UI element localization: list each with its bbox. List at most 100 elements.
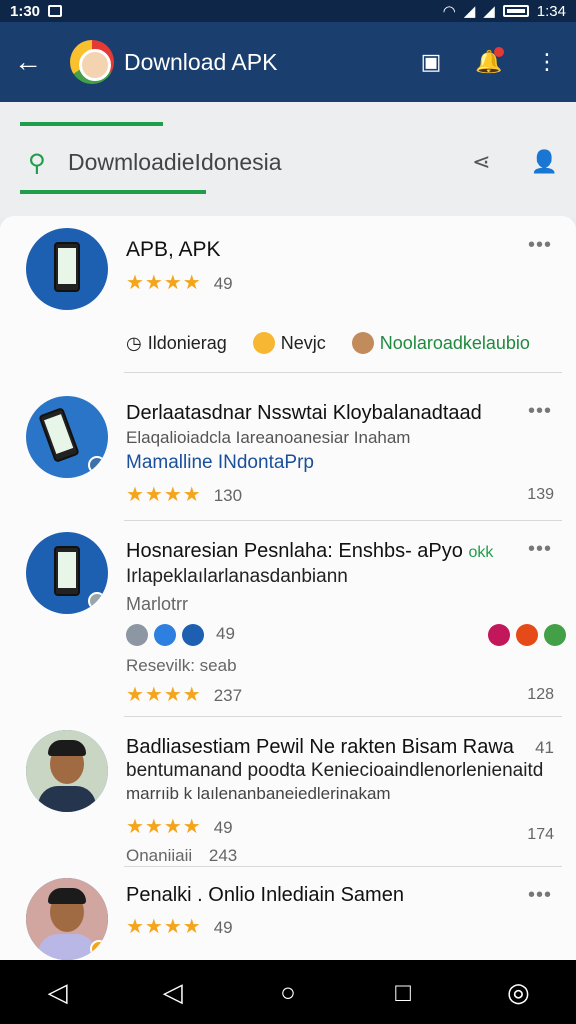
signal-icon: ◢ [463, 3, 476, 20]
subtitle-part: Keniecioaindlenorlenienaitd [310, 760, 544, 781]
rating-stars: ★★★★ 49 [126, 272, 233, 294]
badge-icon [182, 624, 204, 646]
app-name: APB, APK [126, 238, 221, 261]
search-row: ⚲ ⋖ 👤 [28, 142, 558, 182]
back-nav-icon[interactable]: ◁ [38, 972, 78, 1012]
arrow-left-icon[interactable]: ← [14, 48, 50, 76]
app-title: Download APK [124, 48, 278, 75]
verified-badge [88, 456, 106, 474]
social-icon[interactable] [516, 624, 538, 646]
emoji-icon [252, 332, 275, 354]
more-horiz-icon[interactable]: ••• [528, 538, 552, 561]
list-item[interactable]: Derlaatasdnar Nsswtai Kloybalanadtaad ••… [0, 374, 576, 522]
rating-count: 49 [213, 818, 233, 837]
download-count: 174 [527, 826, 554, 843]
app-name: Hosnaresian Pesnlaha: Enshbs- aPyo okk [126, 540, 493, 563]
list-item[interactable]: APB, APK ••• ★★★★ 49 ◷ Ildonierag Nevjc No… [0, 216, 576, 374]
phone-icon [38, 407, 80, 463]
divider [124, 520, 562, 521]
rating-stars: ★★★★ 130 [126, 484, 243, 506]
social-row [488, 624, 566, 646]
search-icon[interactable]: ⚲ [28, 149, 54, 177]
search-underline [20, 190, 206, 194]
clock-icon: ◷ [126, 332, 142, 353]
more-vert-icon[interactable]: ⋮ [532, 47, 562, 77]
social-icon[interactable] [544, 624, 566, 646]
app-name: Derlaatasdnar Nsswtai Kloybalanadtaad [126, 402, 482, 424]
publisher-text: Onaniiaii [126, 846, 193, 865]
publisher-count: 243 [208, 846, 238, 865]
download-count: 128 [527, 686, 554, 703]
chip[interactable]: ◷ Ildonierag [126, 333, 227, 354]
person-icon[interactable]: 👤 [531, 149, 558, 175]
rating-count: 49 [216, 624, 235, 643]
photo-hair [48, 888, 86, 904]
app-review: Resevilk: seab [126, 656, 237, 675]
more-horiz-icon[interactable]: ••• [528, 884, 552, 907]
system-nav-bar: ◁ ◁ ○ □ ◎ [0, 960, 576, 1024]
status-clock-right: 1:34 [536, 2, 566, 20]
avatar-icon [351, 332, 374, 354]
search-actions: ⋖ 👤 [472, 149, 558, 175]
app-publisher: Mamalline INdontaPrp [126, 452, 314, 473]
badge-icon [126, 624, 148, 646]
chip[interactable]: Noolaroadkelaubio [351, 332, 530, 354]
home-icon[interactable]: ○ [268, 972, 308, 1012]
more-horiz-icon[interactable]: ••• [528, 400, 552, 423]
status-time: 1:30 [10, 2, 41, 20]
item-number: 41 [535, 738, 554, 757]
rating-count: 237 [213, 686, 243, 705]
battery-icon [502, 5, 529, 17]
divider [124, 716, 562, 717]
app-subtitle: Irlapeklaılarlanasdanbiann [126, 566, 348, 587]
chip-label: Ildonierag [147, 332, 227, 353]
photo-shirt [38, 934, 96, 960]
assistant-icon[interactable]: ◎ [498, 972, 538, 1012]
app-bar: ← Download APK ▣ 🔔 ⋮ [0, 22, 576, 102]
social-icon[interactable] [488, 624, 510, 646]
share-icon[interactable]: ⋖ [472, 149, 490, 175]
tab-indicator [20, 122, 163, 126]
notification-badge [494, 47, 504, 57]
rating-stars: ★★★★ 237 [126, 684, 243, 706]
rating-count: 130 [213, 486, 243, 505]
app-publisher: Marlotrr [126, 594, 188, 614]
calendar-icon[interactable]: ▣ [416, 47, 446, 77]
search-input[interactable] [68, 148, 448, 176]
chip-label: Nevjc [280, 332, 326, 353]
back-nav-icon-2[interactable]: ◁ [153, 972, 193, 1012]
phone-icon [54, 242, 80, 292]
subtitle-part: bentumanand poodta [126, 760, 306, 781]
status-icons: ◠ ◢ ◢ 1:34 [442, 2, 566, 21]
app-description: marrıib k laılenanbaneiedlerinakam [126, 784, 391, 803]
recents-icon[interactable]: □ [383, 972, 423, 1012]
photo-shirt [38, 786, 96, 812]
bell-icon[interactable]: 🔔 [474, 47, 504, 77]
download-count: 139 [527, 486, 554, 503]
rating-count: 49 [213, 274, 233, 293]
search-area: ⚲ ⋖ 👤 [0, 102, 576, 218]
list-item[interactable]: Penalki . Onlio Inlediain Samen ••• ★★★★… [0, 866, 576, 960]
chip[interactable]: Nevjc [252, 332, 326, 354]
profile-photo [26, 878, 108, 960]
app-publisher: Onaniiaii 243 [126, 846, 237, 866]
app-name-text: Hosnaresian Pesnlaha: Enshbs- aPyo [126, 540, 463, 562]
chip-label: Noolaroadkelaubio [379, 332, 530, 353]
more-horiz-icon[interactable]: ••• [528, 234, 552, 257]
status-bar: 1:30 ◠ ◢ ◢ 1:34 [0, 0, 576, 22]
app-subtitle: Elaqalioiadcla Iareanoanesiar Inaham [126, 428, 411, 447]
app-logo [70, 40, 114, 84]
app-list: APB, APK ••• ★★★★ 49 ◷ Ildonierag Nevjc No… [0, 216, 576, 960]
wifi-icon: ◠ [442, 3, 456, 20]
list-item[interactable]: Badliasestiam Pewil Ne rakten Bisam Rawa… [0, 718, 576, 867]
rating-count: 49 [213, 918, 233, 937]
app-name: Badliasestiam Pewil Ne rakten Bisam Rawa [126, 736, 514, 758]
app-name-suffix: okk [468, 544, 494, 561]
list-item[interactable]: Hosnaresian Pesnlaha: Enshbs- aPyo okk •… [0, 522, 576, 718]
phone-icon [54, 546, 80, 596]
rating-stars: ★★★★ 49 [126, 816, 233, 838]
verified-badge [88, 592, 106, 610]
app-subtitle: bentumanand poodta Keniecioaindlenorleni… [126, 760, 543, 782]
photo-hair [48, 740, 86, 756]
face-photo [26, 730, 108, 812]
